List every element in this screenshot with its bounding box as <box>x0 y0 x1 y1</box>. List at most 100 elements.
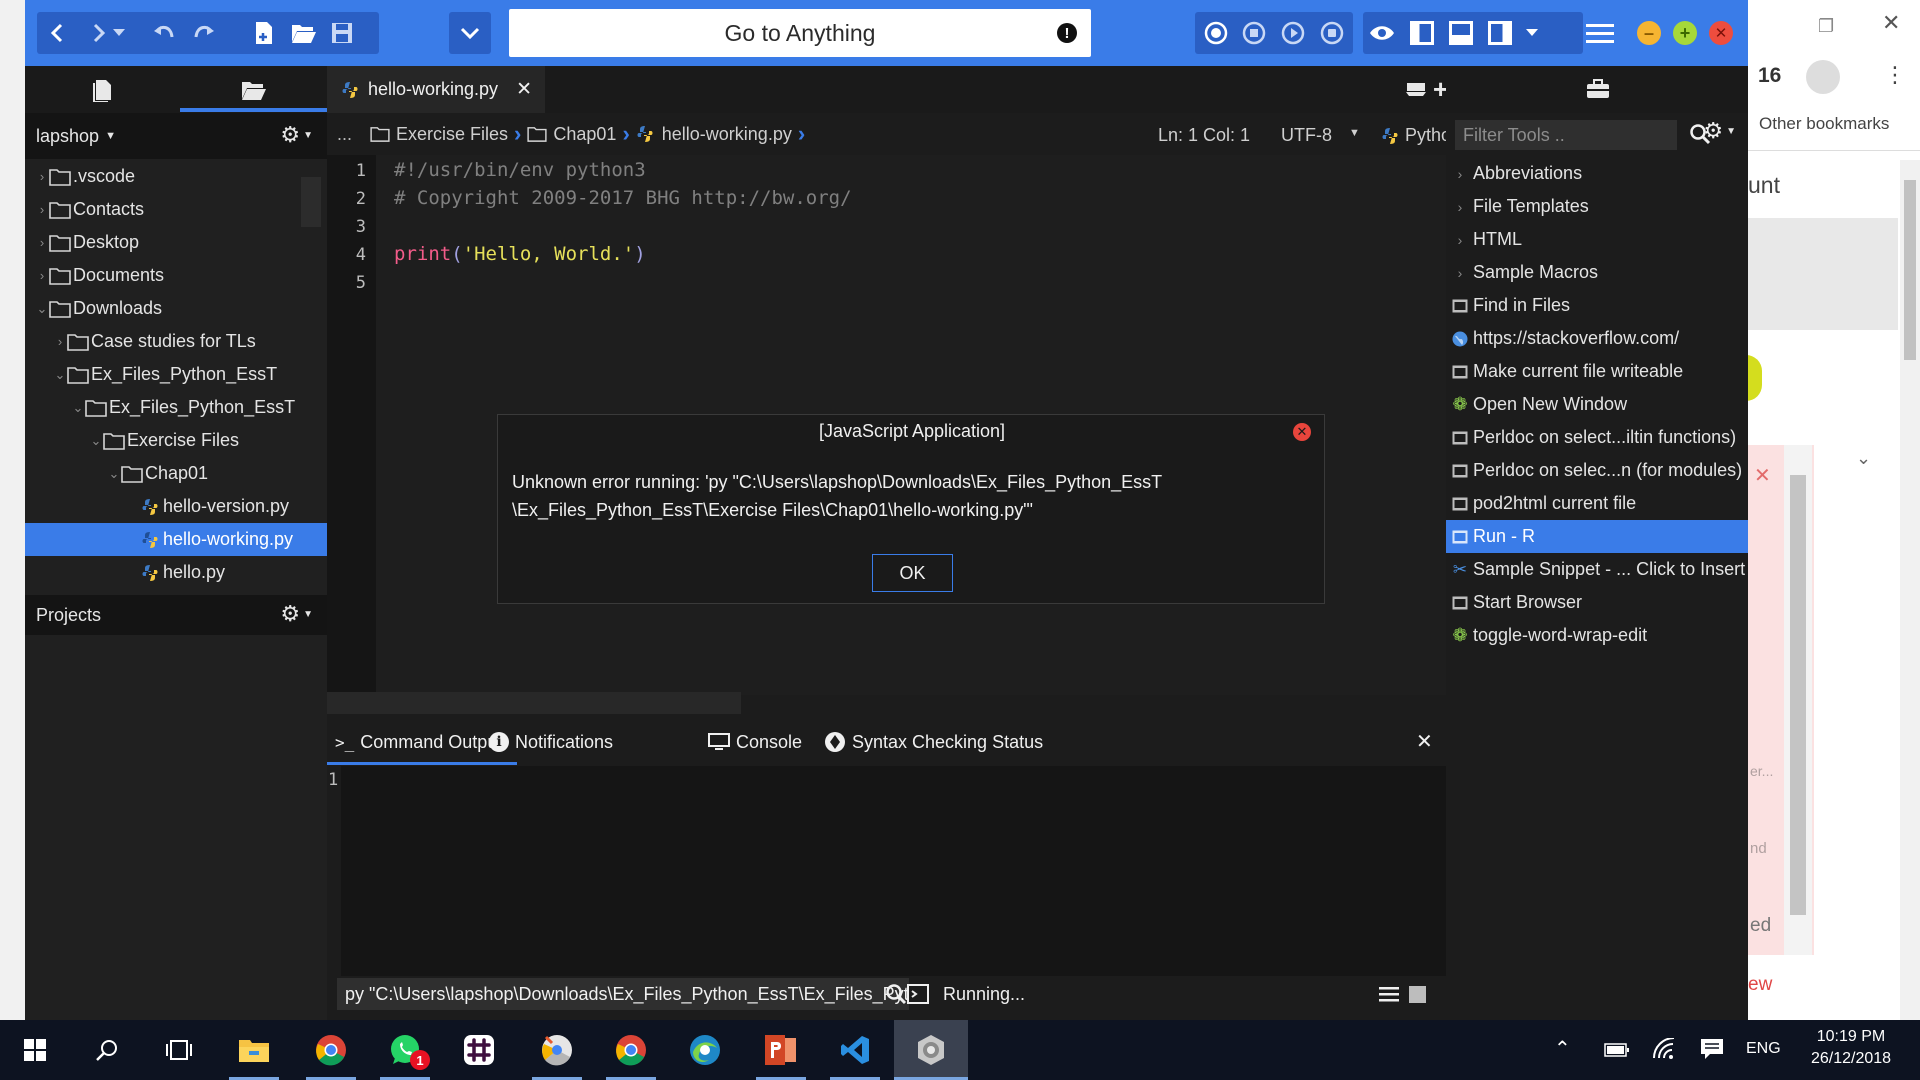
slack-icon[interactable] <box>444 1020 514 1080</box>
scrollbar[interactable] <box>1784 445 1812 955</box>
redo-icon[interactable] <box>187 16 221 50</box>
toolbox-command[interactable]: Perldoc on select...iltin functions) <box>1446 421 1748 454</box>
tree-folder-expanded[interactable]: ⌄ Downloads <box>25 292 327 325</box>
new-file-icon[interactable] <box>247 16 281 50</box>
vscode-icon[interactable] <box>820 1020 890 1080</box>
files-icon[interactable] <box>92 78 114 102</box>
close-tab-icon[interactable]: ✕ <box>516 78 532 101</box>
toolbox-settings-button[interactable]: ⚙ ▼ <box>1703 120 1736 142</box>
more-menu-icon[interactable]: ⋮ <box>1884 62 1906 88</box>
folder-icon[interactable] <box>241 79 267 101</box>
toolbox-command[interactable]: Make current file writeable <box>1446 355 1748 388</box>
close-panel-icon[interactable]: ✕ <box>1416 729 1433 754</box>
avatar[interactable] <box>1806 60 1840 94</box>
horizontal-scrollbar[interactable] <box>327 692 741 714</box>
breadcrumb-exercise-files[interactable]: Exercise Files <box>370 124 508 145</box>
toolbox-command[interactable]: Find in Files <box>1446 289 1748 322</box>
alert-icon[interactable]: ! <box>1057 23 1077 43</box>
cursor-position[interactable]: Ln: 1 Col: 1 <box>1158 125 1250 146</box>
maximize-icon[interactable]: + <box>1673 21 1697 45</box>
tree-folder[interactable]: › .vscode <box>25 160 327 193</box>
toolbox-command[interactable]: Perldoc on selec...n (for modules) <box>1446 454 1748 487</box>
tree-file[interactable]: hello.py <box>25 556 327 589</box>
toolbox-macro[interactable]: ❁ Open New Window <box>1446 388 1748 421</box>
powerpoint-icon[interactable] <box>746 1020 816 1080</box>
tree-folder[interactable]: › Documents <box>25 259 327 292</box>
toolbox-command[interactable]: pod2html current file <box>1446 487 1748 520</box>
other-bookmarks[interactable]: Other bookmarks <box>1759 114 1889 134</box>
system-clock[interactable]: 10:19 PM 26/12/2018 <box>1796 1026 1906 1070</box>
tree-file[interactable]: hello-version.py <box>25 490 327 523</box>
task-view-icon[interactable] <box>144 1020 214 1080</box>
command-output-area[interactable]: 1 <box>327 766 1446 976</box>
restore-icon[interactable]: ❐ <box>1818 16 1834 37</box>
start-icon[interactable] <box>0 1020 70 1080</box>
save-macro-icon[interactable] <box>1315 16 1349 50</box>
toolbox-command[interactable]: Start Browser <box>1446 586 1748 619</box>
toolbox-macro[interactable]: ❁ toggle-word-wrap-edit <box>1446 619 1748 652</box>
filter-tools-input[interactable]: Filter Tools .. <box>1455 120 1677 150</box>
close-window-icon[interactable]: ✕ <box>1882 10 1900 36</box>
caret-down-icon[interactable]: ▼ <box>1349 127 1360 139</box>
breadcrumb-ellipsis[interactable]: ... <box>337 124 352 145</box>
tab-syntax-checking[interactable]: Syntax Checking Status <box>824 718 1043 766</box>
scrollbar-thumb[interactable] <box>1790 475 1806 915</box>
toolbox-command-selected[interactable]: Run - R <box>1446 520 1748 553</box>
save-icon[interactable] <box>325 16 359 50</box>
chrome-canary-icon[interactable] <box>522 1020 592 1080</box>
layout-dropdown-icon[interactable] <box>1519 16 1545 50</box>
tab-command-output[interactable]: >_ Command Output <box>335 718 502 766</box>
search-icon[interactable] <box>885 983 907 1005</box>
editor-tab[interactable]: hello-working.py ✕ <box>327 66 545 113</box>
chrome-icon[interactable] <box>296 1020 366 1080</box>
scrollbar-thumb[interactable] <box>1904 180 1916 360</box>
back-icon[interactable] <box>41 16 75 50</box>
language-indicator[interactable]: ENG <box>1746 1040 1781 1058</box>
projects-header[interactable]: Projects ⚙ ▼ <box>25 595 327 635</box>
file-explorer-icon[interactable] <box>219 1020 289 1080</box>
list-view-icon[interactable] <box>1379 986 1399 1002</box>
projects-settings-button[interactable]: ⚙ ▼ <box>280 603 313 625</box>
hamburger-menu-icon[interactable] <box>1583 16 1617 50</box>
open-folder-icon[interactable] <box>287 16 321 50</box>
focus-mode-icon[interactable] <box>1365 16 1399 50</box>
tab-console[interactable]: Console <box>708 718 802 766</box>
tab-layout-icon[interactable] <box>1405 80 1427 98</box>
stop-macro-icon[interactable] <box>1237 16 1271 50</box>
wifi-icon[interactable] <box>1652 1038 1676 1060</box>
close-icon[interactable]: ✕ <box>1754 463 1771 488</box>
breadcrumb-chap01[interactable]: Chap01 <box>527 124 616 145</box>
stop-icon[interactable] <box>1409 986 1426 1003</box>
undo-icon[interactable] <box>147 16 181 50</box>
command-input[interactable]: py "C:\Users\lapshop\Downloads\Ex_Files_… <box>337 978 909 1010</box>
komodo-icon[interactable] <box>894 1020 968 1080</box>
tree-folder[interactable]: › Case studies for TLs <box>25 325 327 358</box>
action-center-icon[interactable] <box>1700 1038 1724 1060</box>
record-macro-icon[interactable] <box>1199 16 1233 50</box>
toolbox-folder[interactable]: › Sample Macros <box>1446 256 1748 289</box>
minimize-icon[interactable]: – <box>1637 21 1661 45</box>
toolbox-snippet[interactable]: ✂ Sample Snippet - ... Click to Insert <box>1446 553 1748 586</box>
close-icon[interactable]: ✕ <box>1709 21 1733 45</box>
chevron-down-icon[interactable] <box>453 16 487 50</box>
history-dropdown-icon[interactable] <box>109 16 129 50</box>
go-to-anything-field[interactable]: Go to Anything ! <box>509 9 1091 57</box>
tree-folder-expanded[interactable]: ⌄ Exercise Files <box>25 424 327 457</box>
tree-folder-expanded[interactable]: ⌄ Ex_Files_Python_EssT <box>25 391 327 424</box>
tab-notifications[interactable]: i Notifications <box>489 718 613 766</box>
close-dialog-icon[interactable]: ✕ <box>1293 423 1311 441</box>
search-icon[interactable] <box>72 1020 142 1080</box>
browser-scrollbar[interactable] <box>1900 160 1920 1020</box>
ok-button[interactable]: OK <box>872 554 953 592</box>
chevron-down-icon[interactable]: ⌄ <box>1856 448 1871 469</box>
toolbox-folder[interactable]: › File Templates <box>1446 190 1748 223</box>
toolbox-icon[interactable] <box>1586 79 1610 99</box>
toolbox-url[interactable]: https://stackoverflow.com/ <box>1446 322 1748 355</box>
tree-file-selected[interactable]: hello-working.py <box>25 523 327 556</box>
tree-folder[interactable]: › Desktop <box>25 226 327 259</box>
toolbox-folder[interactable]: › HTML <box>1446 223 1748 256</box>
tree-folder[interactable]: › Contacts <box>25 193 327 226</box>
battery-icon[interactable] <box>1604 1042 1630 1058</box>
places-settings-button[interactable]: ⚙ ▼ <box>280 124 313 146</box>
browser-icon[interactable] <box>670 1020 740 1080</box>
